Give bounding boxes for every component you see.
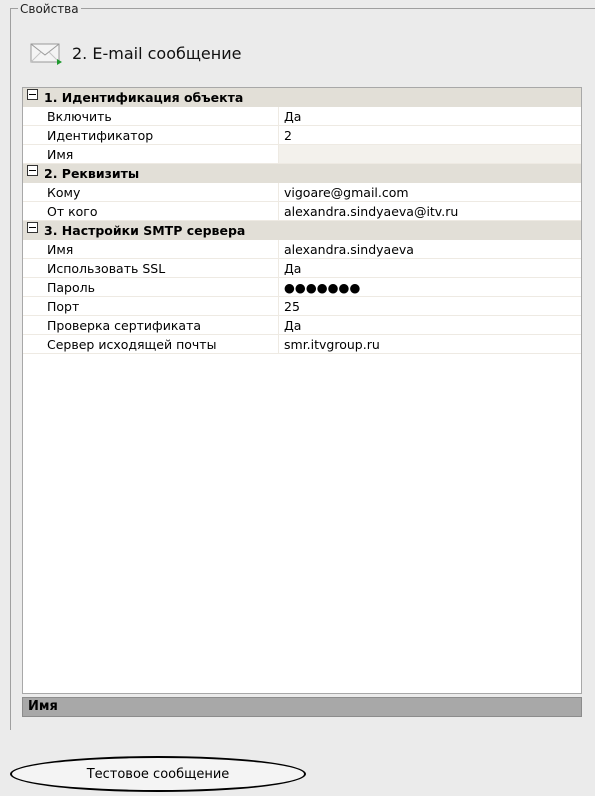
property-value[interactable]: Да — [279, 316, 581, 335]
property-name: От кого — [23, 202, 279, 221]
property-row-enable[interactable]: Включить Да — [23, 107, 581, 126]
property-row-use-ssl[interactable]: Использовать SSL Да — [23, 259, 581, 278]
property-value[interactable]: ●●●●●●● — [279, 278, 581, 297]
property-row-from[interactable]: От кого alexandra.sindyaeva@itv.ru — [23, 202, 581, 221]
property-value[interactable]: alexandra.sindyaeva@itv.ru — [279, 202, 581, 221]
property-row-port[interactable]: Порт 25 — [23, 297, 581, 316]
property-row-password[interactable]: Пароль ●●●●●●● — [23, 278, 581, 297]
property-name: Имя — [23, 145, 279, 164]
property-value[interactable]: 25 — [279, 297, 581, 316]
collapse-icon[interactable] — [27, 89, 38, 100]
section-smtp-settings[interactable]: 3. Настройки SMTP сервера — [23, 221, 581, 240]
property-description-bar: Имя — [22, 697, 582, 717]
property-name: Включить — [23, 107, 279, 126]
property-row-cert-check[interactable]: Проверка сертификата Да — [23, 316, 581, 335]
property-value[interactable]: Да — [279, 259, 581, 278]
section-requisites[interactable]: 2. Реквизиты — [23, 164, 581, 183]
property-row-outgoing-server[interactable]: Сервер исходящей почты smr.itvgroup.ru — [23, 335, 581, 354]
property-row-name[interactable]: Имя — [23, 145, 581, 164]
test-message-button[interactable]: Тестовое сообщение — [10, 756, 306, 792]
property-name: Порт — [23, 297, 279, 316]
property-value[interactable] — [279, 145, 581, 164]
property-value[interactable]: alexandra.sindyaeva — [279, 240, 581, 259]
property-grid[interactable]: 1. Идентификация объекта Включить Да Иде… — [22, 87, 582, 694]
object-header: 2. E-mail сообщение — [30, 38, 241, 68]
groupbox-legend: Свойства — [18, 2, 81, 16]
property-name: Проверка сертификата — [23, 316, 279, 335]
property-value[interactable]: Да — [279, 107, 581, 126]
property-value[interactable]: 2 — [279, 126, 581, 145]
property-name: Идентификатор — [23, 126, 279, 145]
section-title: 2. Реквизиты — [44, 166, 140, 181]
property-name: Имя — [23, 240, 279, 259]
collapse-icon[interactable] — [27, 165, 38, 176]
property-name: Использовать SSL — [23, 259, 279, 278]
property-value[interactable]: smr.itvgroup.ru — [279, 335, 581, 354]
property-value[interactable]: vigoare@gmail.com — [279, 183, 581, 202]
property-row-smtp-name[interactable]: Имя alexandra.sindyaeva — [23, 240, 581, 259]
envelope-icon — [30, 43, 62, 65]
section-identification[interactable]: 1. Идентификация объекта — [23, 88, 581, 107]
collapse-icon[interactable] — [27, 222, 38, 233]
property-name: Кому — [23, 183, 279, 202]
property-row-to[interactable]: Кому vigoare@gmail.com — [23, 183, 581, 202]
property-row-identifier[interactable]: Идентификатор 2 — [23, 126, 581, 145]
section-title: 3. Настройки SMTP сервера — [44, 223, 246, 238]
object-title: 2. E-mail сообщение — [72, 43, 242, 63]
property-name: Пароль — [23, 278, 279, 297]
property-name: Сервер исходящей почты — [23, 335, 279, 354]
section-title: 1. Идентификация объекта — [44, 90, 244, 105]
